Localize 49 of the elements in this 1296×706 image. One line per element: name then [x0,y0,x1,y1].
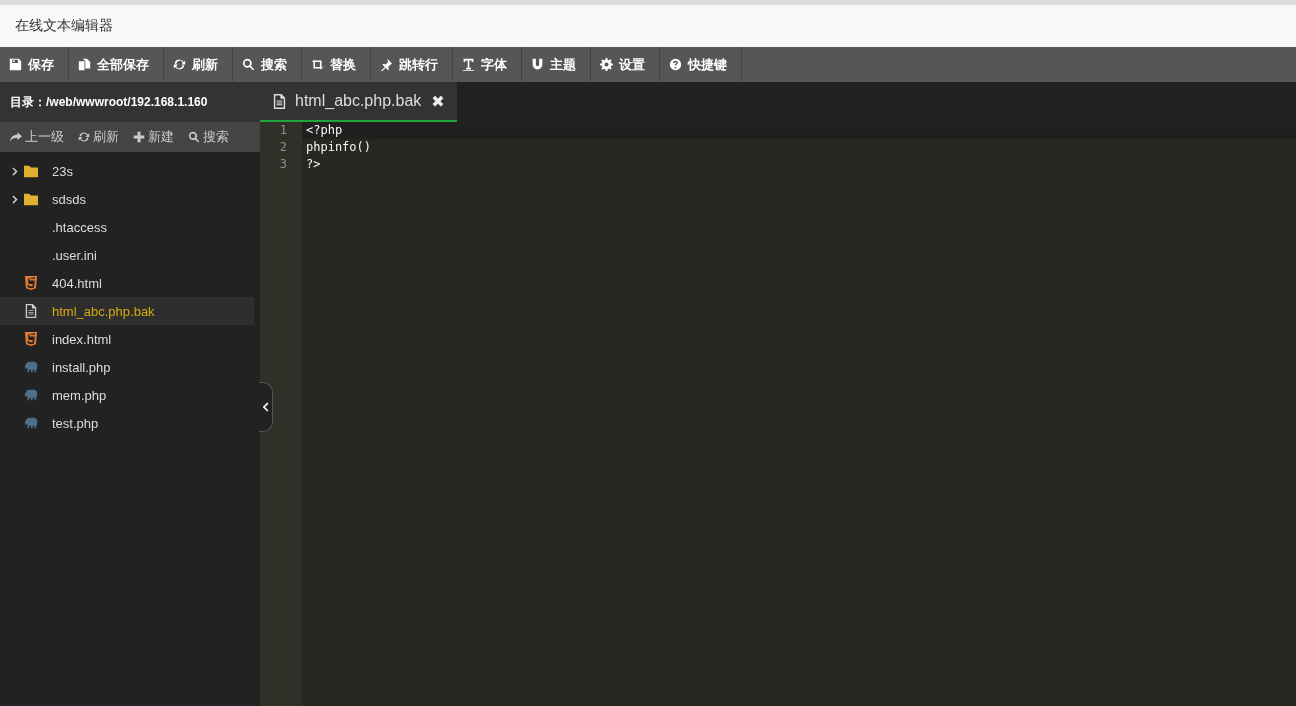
code-line: <?php [306,123,343,137]
editor-tab[interactable]: html_abc.php.bak ✖ [260,82,457,122]
help-icon [669,58,682,71]
refresh-icon [173,58,186,71]
elephant-icon [24,360,38,374]
share-arrow-icon [10,131,22,143]
sidebar-action[interactable]: 新建 [133,128,174,146]
file-tree-item[interactable]: mem.php [0,381,254,409]
pin-icon [380,58,393,71]
sidebar-action[interactable]: 上一级 [10,128,64,146]
file-tree-item[interactable]: .htaccess [0,213,254,241]
text-icon [462,58,475,71]
file-tree-item[interactable]: 23s [0,157,254,185]
html5-icon [24,332,38,346]
document-icon [24,304,38,318]
search-icon [188,131,200,143]
folder-icon [24,192,38,206]
line-number: 2 [279,140,288,154]
save-icon [9,58,22,71]
copy-icon [78,58,91,71]
file-tree-item[interactable]: 404.html [0,269,254,297]
file-tree-item[interactable]: .user.ini [0,241,254,269]
chevron-right-icon [10,165,21,177]
refresh-icon [78,131,90,143]
line-number: 1 [279,123,288,137]
window-title: 在线文本编辑器 [15,17,113,35]
file-tree-item[interactable]: index.html [0,325,254,353]
sidebar-action[interactable]: 搜索 [188,128,229,146]
code-line: ?> [306,157,321,171]
elephant-icon [24,416,38,430]
sidebar-action[interactable]: 刷新 [78,128,119,146]
code-line: phpinfo() [306,140,372,154]
document-icon [272,93,287,109]
file-tree-item[interactable]: test.php [0,409,254,437]
file-tree-item[interactable]: install.php [0,353,254,381]
magnet-icon [531,58,544,71]
folder-icon [24,164,38,178]
settings-icon [600,58,613,71]
line-number: 3 [279,157,288,171]
chevron-right-icon [10,193,21,205]
collapse-sidebar-button[interactable] [259,382,273,432]
plus-icon [133,131,145,143]
html5-icon [24,276,38,290]
elephant-icon [24,388,38,402]
file-tree-item[interactable]: sdsds [0,185,254,213]
directory-path: 目录：/web/wwwroot/192.168.1.160 [0,82,260,122]
file-tree-item[interactable]: html_abc.php.bak [0,297,254,325]
search-icon [242,58,255,71]
close-tab-icon[interactable]: ✖ [431,91,445,111]
